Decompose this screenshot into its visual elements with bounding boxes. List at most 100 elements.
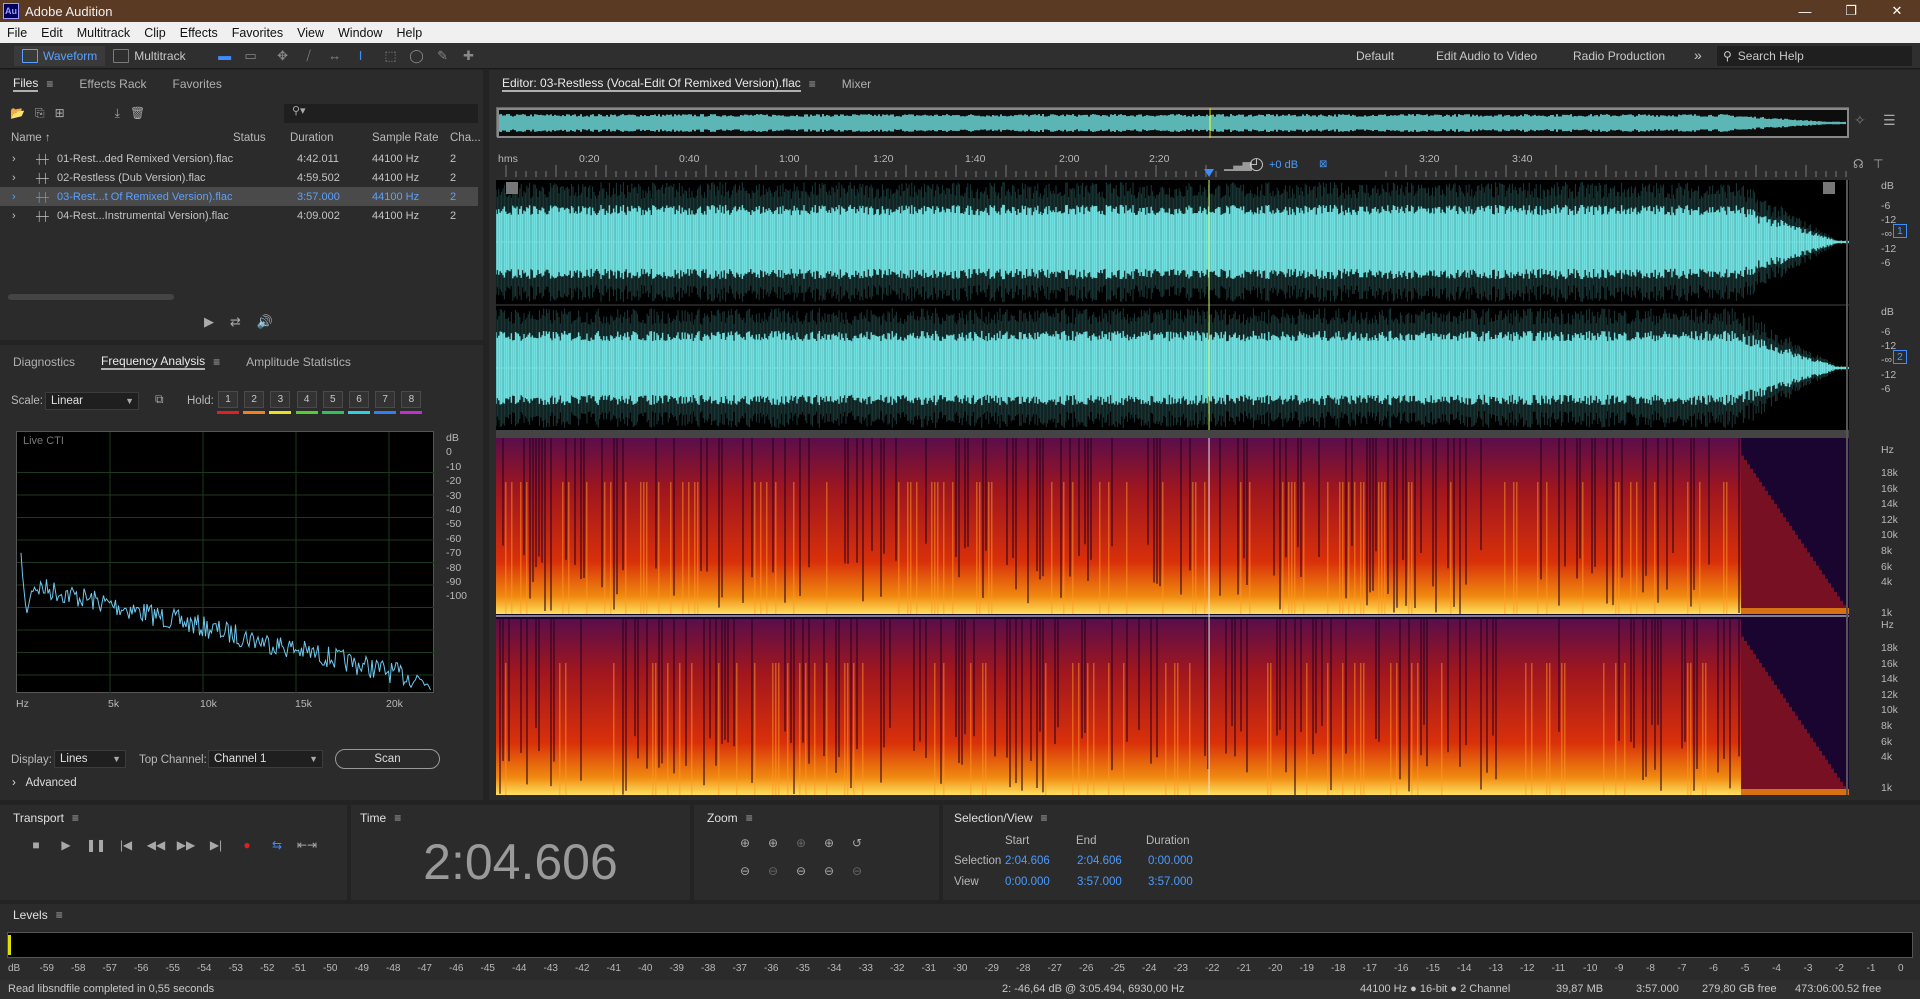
menu-window[interactable]: Window [331,26,389,40]
menu-multitrack[interactable]: Multitrack [70,26,137,40]
open-file-icon[interactable]: 📂 [10,106,25,121]
hold-button-4[interactable]: 4 [296,391,317,408]
time-ruler[interactable]: hms0:200:401:001:201:402:002:203:003:203… [496,153,1857,177]
display-dropdown[interactable]: Lines ▼ [54,750,126,768]
panel-options-icon[interactable]: ☰ [1883,112,1896,129]
loop-preview-icon[interactable]: ⇄ [230,314,241,330]
column-sample-rate[interactable]: Sample Rate [372,132,438,144]
rewind-button[interactable]: ◀◀ [145,835,167,855]
slip-tool-icon[interactable]: ↔ [322,46,348,66]
hold-button-1[interactable]: 1 [218,391,238,408]
top-channel-dropdown[interactable]: Channel 1 ▼ [208,750,323,768]
menu-view[interactable]: View [290,26,331,40]
new-file-icon[interactable]: ⊞ [55,106,65,121]
zoom-selection-icon[interactable]: ⊕ [818,833,840,853]
menu-clip[interactable]: Clip [137,26,173,40]
autoplay-icon[interactable]: 🔊 [257,314,273,330]
corner-handle-icon[interactable] [1823,182,1835,194]
pin-icon[interactable]: ⊤ [1873,157,1883,171]
zoom-right-icon[interactable]: ⊖ [818,861,840,881]
scan-button[interactable]: Scan [335,749,440,769]
zoom-in-time-icon[interactable]: ⊕ [762,833,784,853]
brush-tool-icon[interactable]: ✎ [430,46,456,66]
zoom-reset-icon[interactable]: ↺ [846,833,868,853]
file-row[interactable]: › ┼┼ 02-Restless (Dub Version).flac 4:59… [0,168,478,187]
tab-frequency-analysis[interactable]: Frequency Analysis ≡ [88,348,233,376]
marquee-tool-icon[interactable]: ⬚ [378,46,404,66]
vertical-scrollbar[interactable] [1846,180,1848,795]
tab-effects-rack[interactable]: Effects Rack [66,70,159,98]
selection-end-value[interactable]: 2:04.606 [1077,855,1122,867]
play-preview-icon[interactable]: ▶ [204,314,214,330]
channel-number[interactable]: 1 [1893,224,1907,238]
display-divider[interactable] [496,430,1849,438]
pitch-display-icon[interactable]: ▭ [238,46,264,66]
tab-mixer[interactable]: Mixer [829,70,884,98]
gain-knob-icon[interactable]: ◴ [1249,154,1264,174]
scale-dropdown[interactable]: Linear ▼ [45,392,139,410]
workspace-default[interactable]: Default [1356,49,1394,63]
search-help-field[interactable]: ⚲ Search Help [1717,46,1912,66]
corner-handle-icon[interactable] [506,182,518,194]
zoom-in-point-icon[interactable]: ⊕ [790,833,812,853]
time-selection-tool-icon[interactable]: I [348,46,374,66]
selection-start-value[interactable]: 2:04.606 [1005,855,1050,867]
menu-effects[interactable]: Effects [173,26,225,40]
close-button[interactable]: ✕ [1874,0,1920,22]
waveform-mode-button[interactable]: Waveform [14,45,106,66]
file-row[interactable]: › ┼┼ 03-Rest...t Of Remixed Version).fla… [0,187,478,206]
menu-edit[interactable]: Edit [34,26,70,40]
hold-button-2[interactable]: 2 [244,391,265,408]
multitrack-mode-button[interactable]: Multitrack [105,46,193,66]
waveform-display[interactable] [495,180,1850,430]
file-row[interactable]: › ┼┼ 01-Rest...ded Remixed Version).flac… [0,149,478,168]
hold-button-6[interactable]: 6 [349,391,369,408]
channel-number[interactable]: 2 [1893,350,1907,364]
hold-button-5[interactable]: 5 [322,391,343,408]
next-button[interactable]: ▶| [205,835,227,855]
fast-forward-button[interactable]: ▶▶ [175,835,197,855]
spectral-frequency-display[interactable] [496,438,1849,795]
selection-duration-value[interactable]: 0:00.000 [1148,855,1193,867]
workspace-radio-production[interactable]: Radio Production [1573,49,1665,63]
hold-button-8[interactable]: 8 [401,391,422,408]
import-file-icon[interactable]: ⎘ [35,106,45,121]
workspace-edit-audio-to-video[interactable]: Edit Audio to Video [1436,49,1537,63]
copy-icon[interactable]: ⧉ [155,392,164,407]
maximize-button[interactable]: ❐ [1828,0,1874,22]
column-duration[interactable]: Duration [290,132,333,144]
zoom-out-full-icon[interactable]: ⊖ [846,861,868,881]
skip-selection-button[interactable]: ⇤⇥ [296,835,318,855]
previous-button[interactable]: |◀ [115,835,137,855]
file-row[interactable]: › ┼┼ 04-Rest...Instrumental Version).fla… [0,206,478,225]
spot-healing-tool-icon[interactable]: ✚ [456,46,482,66]
razor-tool-icon[interactable]: ⧸ [296,46,322,66]
advanced-expander[interactable]: › Advanced [12,777,77,789]
column-status[interactable]: Status [233,132,266,144]
more-workspaces-button[interactable]: » [1694,47,1702,63]
menu-favorites[interactable]: Favorites [225,26,290,40]
record-button[interactable]: ● [236,835,258,855]
stop-button[interactable]: ■ [25,835,47,855]
files-search-input[interactable]: ⚲▾ [284,104,478,123]
lasso-tool-icon[interactable]: ◯ [404,46,430,66]
play-button[interactable]: ▶ [55,835,77,855]
pause-button[interactable]: ❚❚ [85,835,107,855]
zoom-out-full-icon[interactable]: ✧ [1854,112,1866,129]
zoom-out-amplitude-icon[interactable]: ⊖ [734,861,756,881]
zoom-out-time-icon[interactable]: ⊖ [762,861,784,881]
view-start-value[interactable]: 0:00.000 [1005,876,1050,888]
tab-editor[interactable]: Editor: 03-Restless (Vocal-Edit Of Remix… [489,70,829,98]
hold-button-3[interactable]: 3 [270,391,291,408]
column-name[interactable]: Name ↑ [11,132,51,144]
tab-files[interactable]: Files ≡ [0,70,66,98]
current-time-display[interactable]: 2:04.606 [351,833,690,891]
menu-file[interactable]: File [0,26,34,40]
view-end-value[interactable]: 3:57.000 [1077,876,1122,888]
loop-button[interactable]: ⇆ [266,835,288,855]
insert-into-multitrack-icon[interactable]: ⤓ [115,106,120,121]
tab-favorites[interactable]: Favorites [160,70,235,98]
tab-amplitude-statistics[interactable]: Amplitude Statistics [233,348,364,376]
zoom-in-amplitude-icon[interactable]: ⊕ [734,833,756,853]
hold-button-7[interactable]: 7 [375,391,396,408]
